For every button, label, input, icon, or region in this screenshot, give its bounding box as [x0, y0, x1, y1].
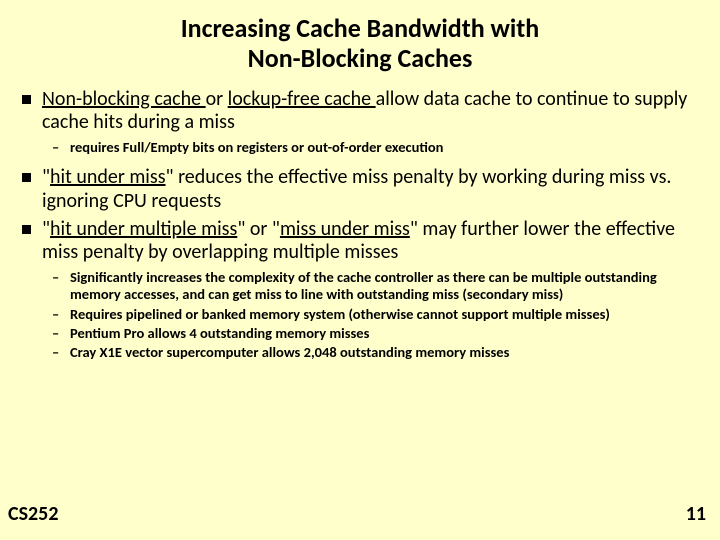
- bullet-text: hit under miss: [50, 165, 166, 189]
- bullet-list: Non-blocking cache or lockup-free cache …: [20, 88, 700, 362]
- bullet-text: " or ": [237, 217, 280, 241]
- bullet-item: Non-blocking cache or lockup-free cache …: [42, 88, 700, 135]
- title-line-1: Increasing Cache Bandwidth with: [181, 12, 540, 44]
- bullet-text: ": [42, 217, 50, 241]
- sub-list: Significantly increases the complexity o…: [42, 269, 700, 362]
- sub-item: requires Full/Empty bits on registers or…: [70, 139, 700, 156]
- bullet-text: lockup-free cache: [228, 87, 376, 111]
- bullet-item: "hit under multiple miss" or "miss under…: [42, 218, 700, 265]
- sub-list: requires Full/Empty bits on registers or…: [42, 139, 700, 156]
- bullet-text: miss under miss: [280, 217, 410, 241]
- sub-item: Requires pipelined or banked memory syst…: [70, 306, 700, 323]
- bullet-text: ": [42, 165, 50, 189]
- footer-page-number: 11: [686, 502, 706, 526]
- footer-course: CS252: [8, 502, 58, 526]
- bullet-text: Non-blocking cache: [42, 87, 206, 111]
- slide: Increasing Cache Bandwidth with Non-Bloc…: [0, 0, 720, 540]
- bullet-text: hit under multiple miss: [50, 217, 237, 241]
- bullet-item: "hit under miss" reduces the effective m…: [42, 166, 700, 213]
- bullet-text: or: [206, 87, 228, 111]
- sub-item: Pentium Pro allows 4 outstanding memory …: [70, 325, 700, 342]
- sub-item: Cray X1E vector supercomputer allows 2,0…: [70, 344, 700, 361]
- slide-title: Increasing Cache Bandwidth with Non-Bloc…: [20, 14, 700, 74]
- sub-item: Significantly increases the complexity o…: [70, 269, 700, 304]
- title-line-2: Non-Blocking Caches: [248, 42, 473, 74]
